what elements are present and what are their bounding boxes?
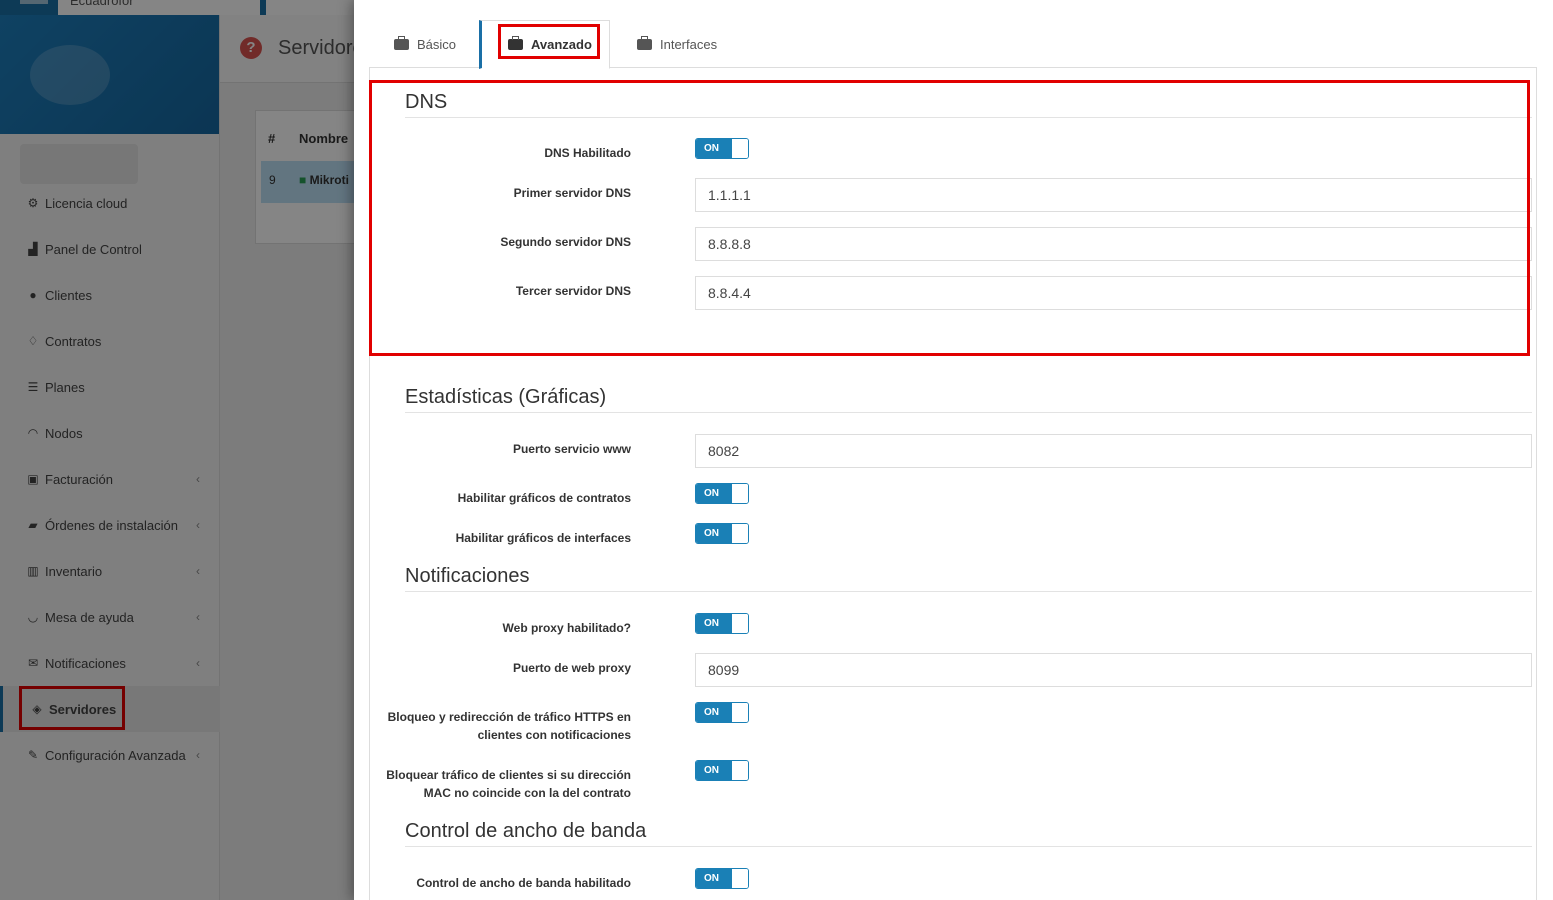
- tab-interfaces-label: Interfaces: [660, 36, 718, 52]
- web-proxy-enabled-label: Web proxy habilitado?: [502, 621, 631, 635]
- www-port-input[interactable]: [695, 434, 1532, 468]
- web-proxy-port-input[interactable]: [695, 653, 1532, 687]
- https-block-label-line2: clientes con notificaciones: [477, 728, 631, 742]
- toggle-knob: [732, 869, 748, 888]
- section-divider: [405, 412, 1532, 413]
- toggle-knob: [732, 484, 748, 503]
- mac-block-label-line2: MAC no coincide con la del contrato: [423, 786, 631, 800]
- briefcase-icon: [637, 35, 652, 50]
- bandwidth-section-title: Control de ancho de banda: [405, 820, 647, 842]
- https-block-label-line1: Bloqueo y redirección de tráfico HTTPS e…: [387, 710, 631, 724]
- interface-graphs-toggle[interactable]: ON: [695, 523, 749, 544]
- toggle-on-text: ON: [696, 761, 732, 780]
- contract-graphs-label: Habilitar gráficos de contratos: [457, 491, 631, 505]
- www-port-label: Puerto servicio www: [512, 442, 631, 456]
- web-proxy-port-label: Puerto de web proxy: [512, 661, 631, 675]
- tab-basico[interactable]: Básico: [394, 20, 456, 68]
- notifications-section-title: Notificaciones: [405, 565, 530, 587]
- toggle-knob: [732, 524, 748, 543]
- toggle-on-text: ON: [696, 614, 732, 633]
- section-divider: [405, 846, 1532, 847]
- dns-highlight-box: [369, 80, 1530, 356]
- server-edit-modal: Básico Avanzado Interfaces DNS DNS Habil…: [354, 0, 1553, 900]
- contract-graphs-toggle[interactable]: ON: [695, 483, 749, 504]
- bandwidth-enabled-label: Control de ancho de banda habilitado: [416, 876, 631, 890]
- toggle-on-text: ON: [696, 524, 732, 543]
- interface-graphs-label: Habilitar gráficos de interfaces: [455, 531, 631, 545]
- mac-block-label-line1: Bloquear tráfico de clientes si su direc…: [386, 768, 631, 782]
- toggle-on-text: ON: [696, 484, 732, 503]
- tab-basico-label: Básico: [417, 36, 457, 52]
- stats-section-title: Estadísticas (Gráficas): [405, 386, 607, 408]
- briefcase-icon: [394, 35, 409, 50]
- mac-block-toggle[interactable]: ON: [695, 760, 749, 781]
- toggle-on-text: ON: [696, 869, 732, 888]
- toggle-knob: [732, 761, 748, 780]
- toggle-knob: [732, 614, 748, 633]
- tab-highlight-box: [498, 24, 600, 59]
- toggle-knob: [732, 703, 748, 722]
- mac-block-label: Bloquear tráfico de clientes si su direc…: [354, 766, 631, 802]
- tab-interfaces[interactable]: Interfaces: [637, 20, 717, 68]
- bandwidth-enabled-toggle[interactable]: ON: [695, 868, 749, 889]
- web-proxy-enabled-toggle[interactable]: ON: [695, 613, 749, 634]
- https-block-toggle[interactable]: ON: [695, 702, 749, 723]
- toggle-on-text: ON: [696, 703, 732, 722]
- https-block-label: Bloqueo y redirección de tráfico HTTPS e…: [354, 708, 631, 744]
- section-divider: [405, 591, 1532, 592]
